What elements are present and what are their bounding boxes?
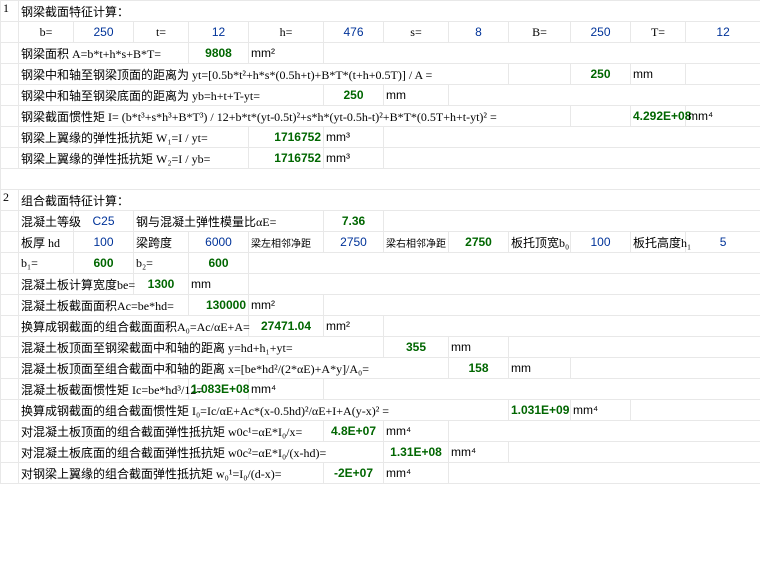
q0-v: 1300 [134,274,189,295]
b0-l: 板托顶宽b₀ [509,232,571,253]
r1-v: 250 [571,64,631,85]
T-l: T= [631,22,686,43]
r5-u: mm³ [324,148,384,169]
b-l: b= [19,22,74,43]
q7-l: 对混凝土板顶面的组合截面弹性抵抗矩 w0c¹=αE*I₀/x= [19,421,324,442]
right-l: 梁右相邻净距 [384,232,449,253]
t-l: t= [134,22,189,43]
B-l: B= [509,22,571,43]
r2-u: mm [384,85,449,106]
s1-title: 钢梁截面特征计算： [19,1,760,22]
q3-l: 混凝土板顶面至钢梁截面中和轴的距离 y=hd+h₁+yt= [19,337,384,358]
b0-v[interactable]: 100 [571,232,631,253]
h1-v[interactable]: 5 [686,232,760,253]
b1-l: b₁= [19,253,74,274]
r2-v: 250 [324,85,384,106]
left-l: 梁左相邻净距 [249,232,324,253]
q1-u: mm² [249,295,324,316]
q3-v: 355 [384,337,449,358]
r3-v: 4.292E+08 [631,106,686,127]
b-v[interactable]: 250 [74,22,134,43]
r3-u: mm⁴ [686,106,760,127]
r0-u: mm² [249,43,324,64]
q9-v: -2E+07 [324,463,384,484]
alpha-v: 7.36 [324,211,384,232]
left-v[interactable]: 2750 [324,232,384,253]
r5-l: 钢梁上翼缘的弹性抵抗矩 W₂=I / yb= [19,148,249,169]
s2-title: 组合截面特征计算： [19,190,760,211]
h-v[interactable]: 476 [324,22,384,43]
s-l: s= [384,22,449,43]
q4-l: 混凝土板顶面至组合截面中和轴的距离 x=[be*hd²/(2*αE)+A*y]/… [19,358,449,379]
q6-l: 换算成钢截面的组合截面惯性矩 I₀=Ic/αE+Ac*(x-0.5hd)²/αE… [19,400,509,421]
B-v[interactable]: 250 [571,22,631,43]
r5-v: 1716752 [249,148,324,169]
q1-l: 混凝土板截面面积Ac=be*hd= [19,295,189,316]
q2-u: mm² [324,316,384,337]
b2-l: b₂= [134,253,189,274]
q3-u: mm [449,337,509,358]
q9-u: mm⁴ [384,463,449,484]
q5-l: 混凝土板截面惯性矩 Ic=be*hd³/12= [19,379,189,400]
q1-v: 130000 [189,295,249,316]
r4-v: 1716752 [249,127,324,148]
q6-v: 1.031E+09 [509,400,571,421]
b1-v: 600 [74,253,134,274]
q8-l: 对混凝土板底面的组合截面弹性抵抗矩 w0c²=αE*I₀/(x-hd)= [19,442,384,463]
r1-u: mm [631,64,686,85]
q4-v: 158 [449,358,509,379]
r3-l: 钢梁截面惯性矩 I= (b*t³+s*h³+B*T³) / 12+b*t*(yt… [19,106,571,127]
q2-v: 27471.04 [249,316,324,337]
q6-u: mm⁴ [571,400,631,421]
hd-v[interactable]: 100 [74,232,134,253]
q7-v: 4.8E+07 [324,421,384,442]
r4-l: 钢梁上翼缘的弹性抵抗矩 W₁=I / yt= [19,127,249,148]
r2-l: 钢梁中和轴至钢梁底面的距离为 yb=h+t+T-yt= [19,85,324,106]
hd-l: 板厚 hd [19,232,74,253]
right-v: 2750 [449,232,509,253]
alpha-l: 钢与混凝土弹性模量比αE= [134,211,324,232]
q0-l: 混凝土板计算宽度be= [19,274,134,295]
t-v[interactable]: 12 [189,22,249,43]
q2-l: 换算成钢截面的组合截面面积A₀=Ac/αE+A= [19,316,249,337]
b2-v: 600 [189,253,249,274]
span-l: 梁跨度 [134,232,189,253]
q8-u: mm⁴ [449,442,509,463]
span-v[interactable]: 6000 [189,232,249,253]
q8-v: 1.31E+08 [384,442,449,463]
T-v[interactable]: 12 [686,22,760,43]
c-grade-l: 混凝土等级 [19,211,74,232]
q7-u: mm⁴ [384,421,449,442]
r1-l: 钢梁中和轴至钢梁顶面的距离为 yt=[0.5b*t²+h*s*(0.5h+t)+… [19,64,509,85]
h1-l: 板托高度h₁ [631,232,686,253]
c-grade-v[interactable]: C25 [74,211,134,232]
q9-l: 对钢梁上翼缘的组合截面弹性抵抗矩 w₀¹=I₀/(d-x)= [19,463,324,484]
h-l: h= [249,22,324,43]
s-v[interactable]: 8 [449,22,509,43]
q0-u: mm [189,274,249,295]
r0-v: 9808 [189,43,249,64]
q4-u: mm [509,358,571,379]
q5-u: mm⁴ [249,379,324,400]
r4-u: mm³ [324,127,384,148]
r0-l: 钢梁面积 A=b*t+h*s+B*T= [19,43,189,64]
